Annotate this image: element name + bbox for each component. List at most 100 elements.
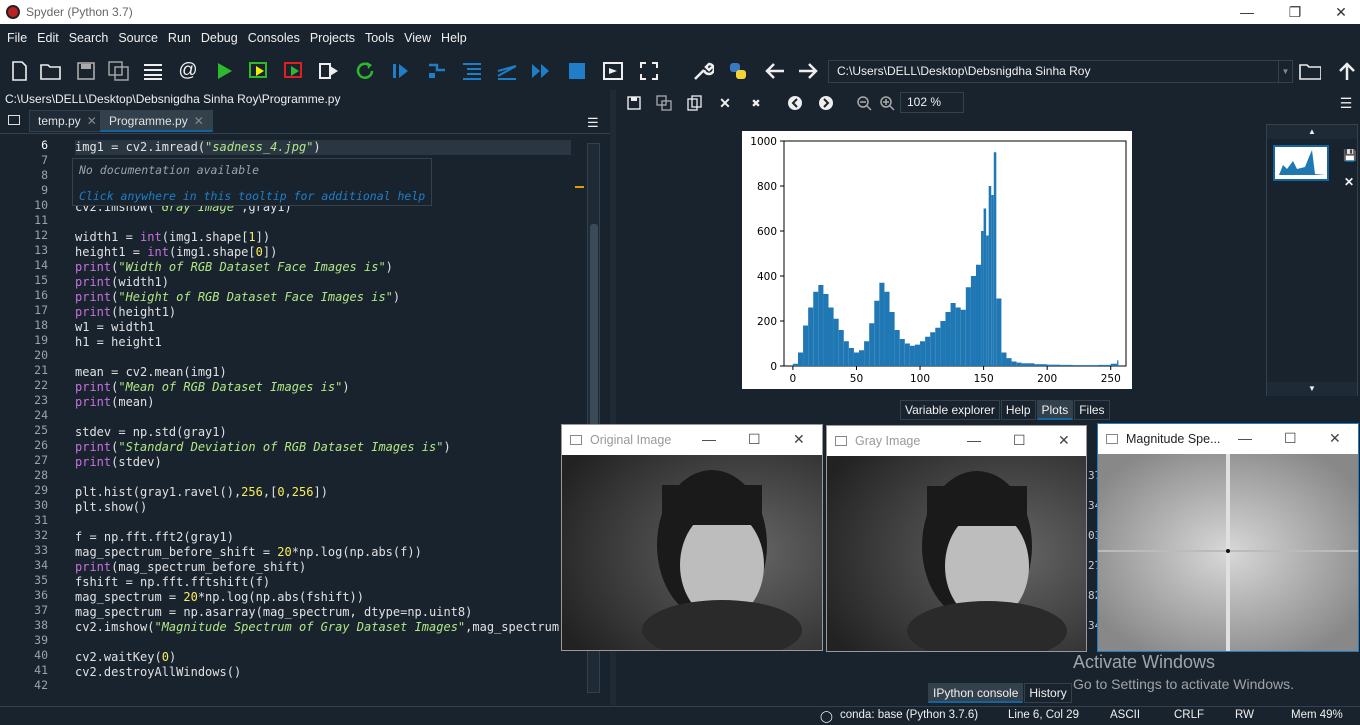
save-icon[interactable] [75,60,97,82]
working-directory-combo[interactable]: C:\Users\DELL\Desktop\Debsnigdha Sinha R… [828,60,1293,83]
run-selection-icon[interactable] [318,60,340,82]
menu-run[interactable]: Run [163,31,196,45]
tab-ipython-console[interactable]: IPython console [928,683,1024,703]
browse-tabs-icon[interactable] [8,115,20,125]
save-plot-icon[interactable] [623,92,645,114]
close-tab-icon[interactable]: ✕ [194,114,204,128]
copy-plot-icon[interactable] [684,92,706,114]
tab-help[interactable]: Help [1000,400,1036,420]
code-line[interactable]: f = np.fft.fft2(gray1) [75,530,571,545]
back-arrow-icon[interactable] [764,60,786,82]
minimize-button[interactable]: — [967,432,981,448]
code-line[interactable]: print("Standard Deviation of RGB Dataset… [75,440,571,455]
debug-icon[interactable] [390,60,412,82]
menu-projects[interactable]: Projects [305,31,360,45]
step-return-icon[interactable] [496,60,518,82]
tooltip-help-link[interactable]: Click anywhere in this tooltip for addit… [79,189,425,203]
code-line[interactable]: ​ [75,215,571,230]
new-file-icon[interactable] [8,60,30,82]
open-folder-icon[interactable] [40,60,62,82]
code-line[interactable]: print(width1) [75,275,571,290]
code-line[interactable]: ​ [75,635,571,650]
remove-plot-icon[interactable]: ✕ [714,92,736,114]
close-button[interactable]: ✕ [1329,430,1341,447]
original-image-window[interactable]: Original Image — ☐ ✕ [561,424,823,651]
tab-files[interactable]: Files [1074,400,1110,420]
close-button[interactable]: ✕ [1318,0,1360,24]
code-line[interactable]: print(stdev) [75,455,571,470]
rerun-icon[interactable] [355,60,377,82]
window-titlebar[interactable]: Magnitude Spe... [1098,424,1358,454]
tab-programme-py[interactable]: Programme.py ✕ [100,110,213,132]
tab-temp-py[interactable]: temp.py ✕ [29,110,106,132]
menu-help[interactable]: Help [436,31,472,45]
next-plot-icon[interactable] [815,92,837,114]
maximize-button[interactable]: ☐ [748,431,761,448]
preferences-wrench-icon[interactable] [692,60,714,82]
magnitude-spectrum-window[interactable]: Magnitude Spe... — ☐ ✕ [1097,423,1359,652]
code-line[interactable]: print("Width of RGB Dataset Face Images … [75,260,571,275]
maximize-button[interactable]: ☐ [1013,432,1026,449]
code-line[interactable]: cv2.waitKey(0) [75,650,571,665]
restore-button[interactable]: ❐ [1272,0,1318,24]
menu-search[interactable]: Search [64,31,114,45]
close-button[interactable]: ✕ [793,431,805,448]
maximize-button[interactable]: ☐ [1284,430,1297,447]
code-line[interactable]: ​ [75,350,571,365]
close-tab-icon[interactable]: ✕ [87,114,97,128]
menu-tools[interactable]: Tools [360,31,399,45]
parent-dir-arrow-icon[interactable] [1336,60,1358,82]
minimize-button[interactable]: — [1238,430,1252,446]
python-path-icon[interactable] [727,60,749,82]
menu-file[interactable]: File [2,31,32,45]
list-icon[interactable] [142,60,164,82]
code-line[interactable]: print("Mean of RGB Dataset Images is") [75,380,571,395]
code-line[interactable]: ​ [75,680,571,695]
calltip-tooltip[interactable]: No documentation available Click anywher… [72,158,432,206]
code-line[interactable]: fshift = np.fft.fftshift(f) [75,575,571,590]
menu-edit[interactable]: Edit [32,31,64,45]
code-line[interactable]: ​ [75,410,571,425]
menu-debug[interactable]: Debug [196,31,243,45]
code-line[interactable]: mag_spectrum_before_shift = 20*np.log(np… [75,545,571,560]
save-all-plots-icon[interactable] [653,92,675,114]
run-icon[interactable] [213,60,235,82]
at-icon[interactable]: @ [177,60,199,82]
continue-icon[interactable] [530,60,552,82]
thumbnail-save-icon[interactable]: 💾 [1343,149,1357,162]
plot-thumbnail[interactable] [1273,145,1329,181]
thumbs-scroll-up-icon[interactable]: ▲ [1267,125,1357,139]
tab-variable-explorer[interactable]: Variable explorer [900,400,1000,420]
fullscreen-icon[interactable] [638,60,660,82]
code-line[interactable]: h1 = height1 [75,335,571,350]
maximize-pane-icon[interactable] [602,60,624,82]
step-icon[interactable] [426,60,448,82]
menu-consoles[interactable]: Consoles [243,31,305,45]
close-button[interactable]: ✕ [1058,432,1070,449]
zoom-out-icon[interactable] [853,92,875,114]
tab-plots[interactable]: Plots [1036,400,1074,420]
tab-history[interactable]: History [1024,683,1072,703]
chevron-down-icon[interactable]: ▼ [1278,61,1292,82]
code-line[interactable]: plt.hist(gray1.ravel(),256,[0,256]) [75,485,571,500]
plots-options-menu-icon[interactable]: ☰ [1335,92,1357,114]
menu-source[interactable]: Source [113,31,163,45]
code-line[interactable]: ​ [75,470,571,485]
zoom-in-icon[interactable] [876,92,898,114]
thumbnail-close-icon[interactable]: ✕ [1344,175,1354,189]
code-line[interactable]: img1 = cv2.imread("sadness_4.jpg") [75,140,571,155]
browse-folder-icon[interactable] [1299,60,1321,82]
code-line[interactable]: cv2.destroyAllWindows() [75,665,571,680]
code-line[interactable]: print(height1) [75,305,571,320]
code-line[interactable]: height1 = int(img1.shape[0]) [75,245,571,260]
gray-image-window[interactable]: Gray Image — ☐ ✕ [826,425,1087,652]
run-cell-icon[interactable] [248,60,270,82]
code-line[interactable]: mag_spectrum = np.asarray(mag_spectrum, … [75,605,571,620]
code-line[interactable]: mag_spectrum = 20*np.log(np.abs(fshift)) [75,590,571,605]
window-titlebar[interactable]: Original Image [562,425,822,455]
forward-arrow-icon[interactable] [797,60,819,82]
save-all-icon[interactable] [108,60,130,82]
editor-options-menu-icon[interactable]: ☰ [587,115,599,131]
minimize-button[interactable]: — [702,431,716,447]
code-line[interactable]: ​ [75,515,571,530]
